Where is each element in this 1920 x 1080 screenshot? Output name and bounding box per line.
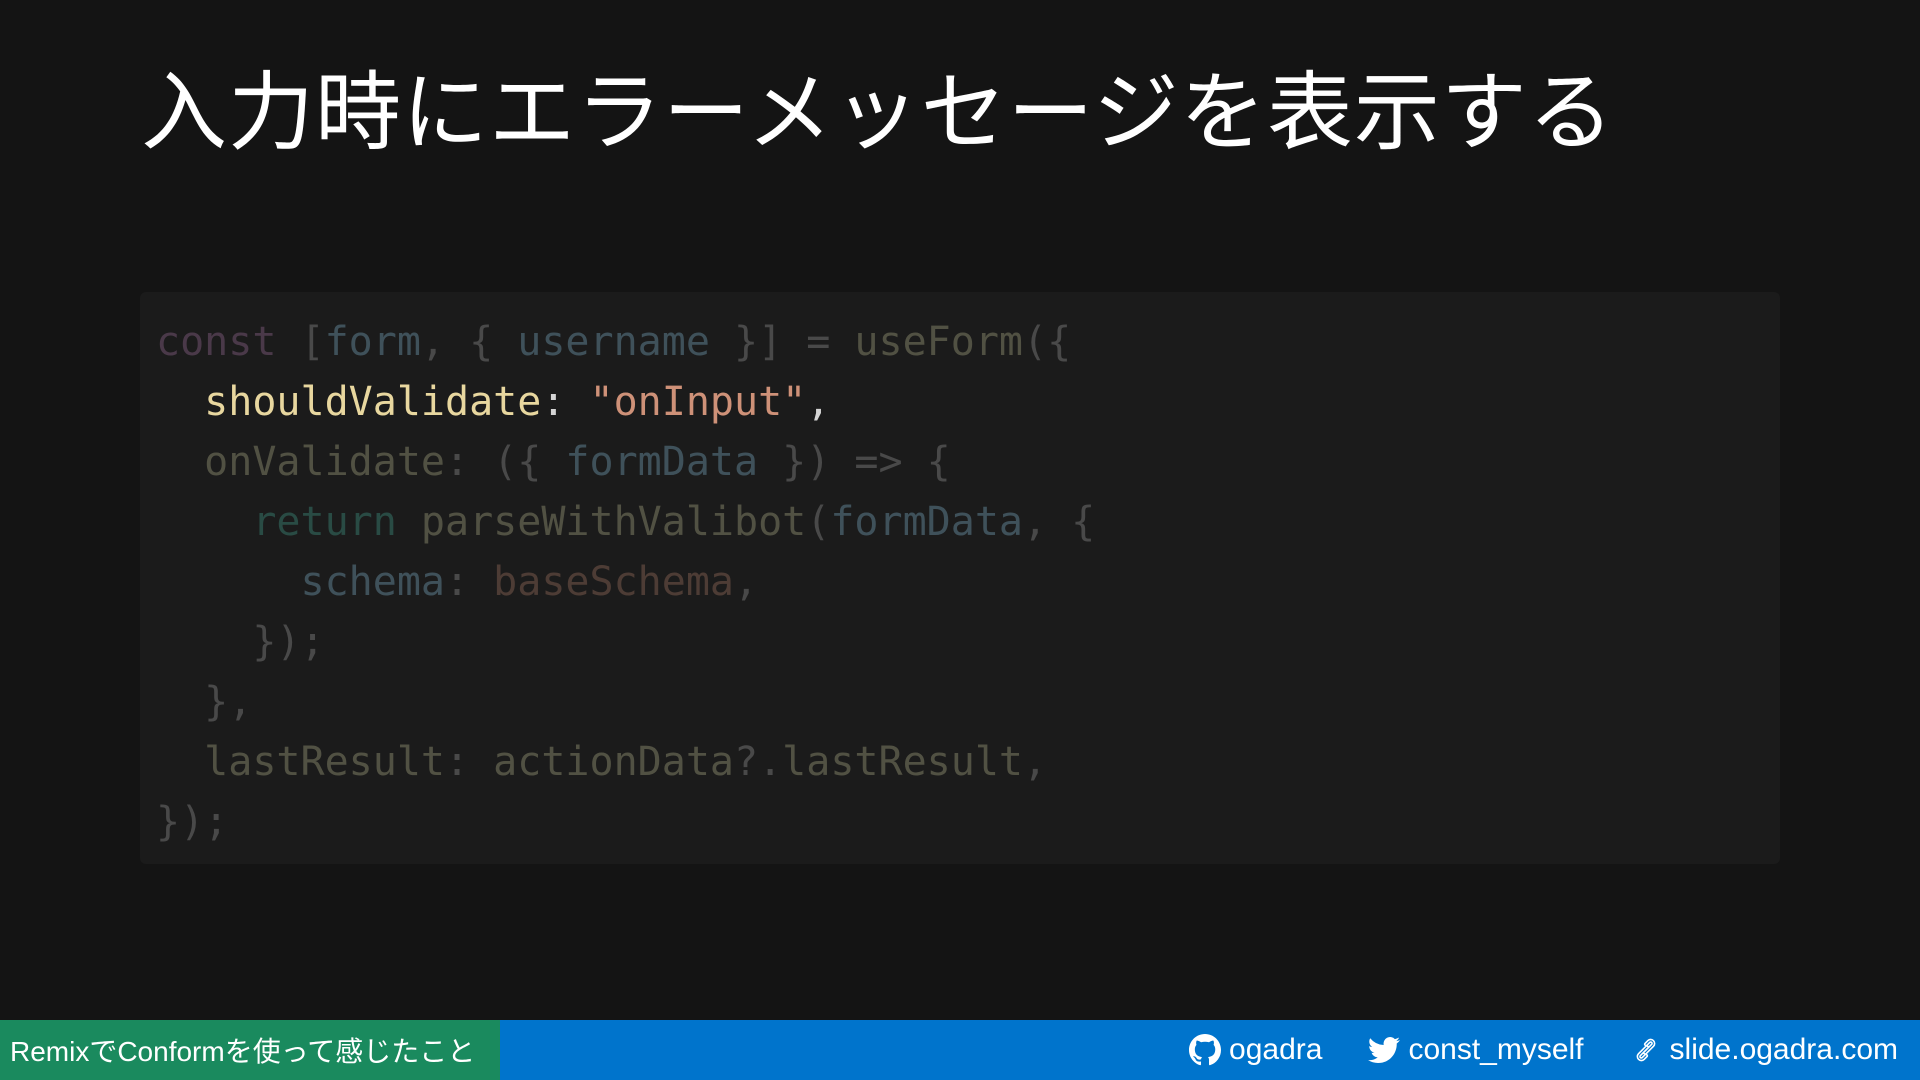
code-token: ({ [1022,319,1072,365]
website-url: slide.ogadra.com [1669,1033,1898,1066]
code-token: parseWithValibot [420,499,807,545]
footer-title-box: RemixでConformを使って感じたこと [0,1020,500,1080]
footer-bar: RemixでConformを使って感じたこと ogadra const_myse… [0,1020,1920,1080]
footer-links: ogadra const_myself slide.ogadra.com [1143,1033,1920,1067]
twitter-username: const_myself [1408,1033,1584,1066]
code-line-9: }); [156,792,1780,852]
code-line-2-highlighted: shouldValidate: "onInput", [156,372,1780,432]
code-token: }) => { [758,439,951,485]
code-token: }); [156,619,325,665]
code-token: actionData [493,739,734,785]
code-line-8: lastResult: actionData?.lastResult, [156,732,1780,792]
code-token: , [806,379,831,425]
code-token: }, [156,679,253,725]
code-line-4: return parseWithValibot(formData, { [156,492,1780,552]
github-icon [1189,1034,1222,1066]
twitter-link[interactable]: const_myself [1368,1033,1584,1067]
code-token: ?. [734,739,783,785]
footer-title: RemixでConformを使って感じたこと [10,1036,476,1067]
code-token: username [517,319,710,365]
code-token: , [1023,739,1048,785]
code-token: [ [276,319,325,365]
code-token: lastResult [782,739,1023,785]
code-line-5: schema: baseSchema, [156,552,1780,612]
code-token: : [541,379,590,425]
website-link[interactable]: slide.ogadra.com [1630,1033,1898,1067]
link-icon [1636,1038,1655,1062]
slide-title: 入力時にエラーメッセージを表示する [141,63,1615,163]
code-token: const [156,319,277,365]
code-token: baseSchema [493,559,734,605]
code-line-6: }); [156,612,1780,672]
code-token: lastResult [204,739,445,785]
code-token: "onInput" [589,379,807,425]
code-token: form [324,319,421,365]
code-token: return [252,499,397,545]
code-token: ( [806,499,831,545]
code-line-1: const [form, { username }] = useForm({ [156,312,1780,372]
code-token: : [445,559,494,605]
code-token: , { [420,319,518,365]
code-token: : ({ [445,439,566,485]
code-token: shouldValidate [204,379,542,425]
code-token: , [734,559,759,605]
code-token: formData [830,499,1023,545]
code-token: , { [1022,499,1096,545]
code-token: schema [300,559,446,605]
code-line-3: onValidate: ({ formData }) => { [156,432,1780,492]
code-token: formData [565,439,759,485]
code-block: const [form, { username }] = useForm({ s… [140,292,1780,864]
github-link[interactable]: ogadra [1189,1033,1322,1067]
code-token: }); [156,799,229,845]
twitter-icon [1368,1037,1401,1063]
github-username: ogadra [1229,1033,1323,1066]
code-token: useForm [854,319,1023,365]
code-token: onValidate [204,439,445,485]
code-token: }] = [709,319,855,365]
code-line-7: }, [156,672,1780,732]
code-token: : [445,739,494,785]
